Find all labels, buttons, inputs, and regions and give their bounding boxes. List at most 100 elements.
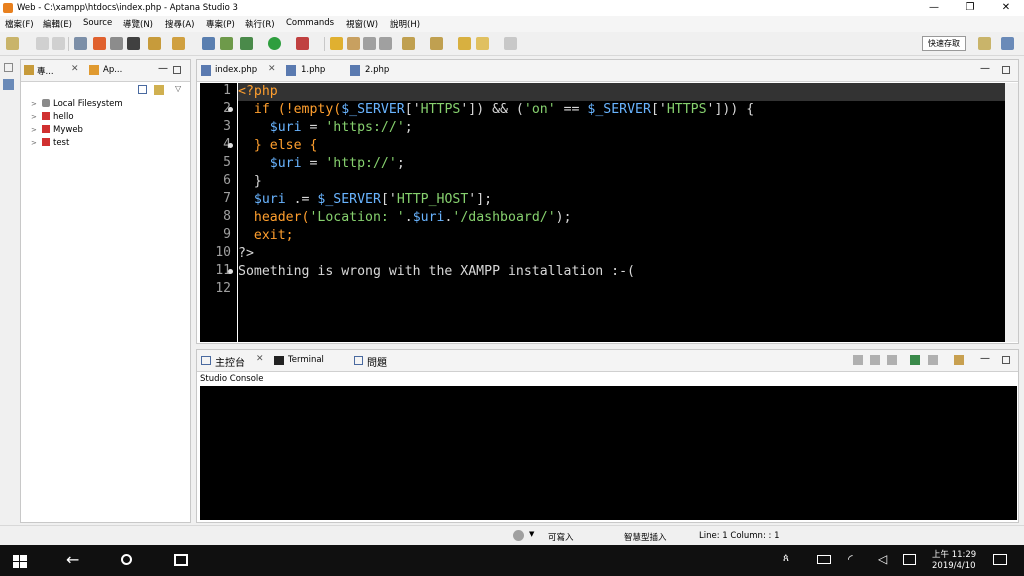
server-icon[interactable] (110, 37, 123, 50)
expand-arrow-icon[interactable]: > (31, 139, 39, 147)
run-icon[interactable] (268, 37, 281, 50)
menu-file[interactable]: 檔案(F) (5, 18, 34, 30)
debug-icon[interactable] (220, 37, 233, 50)
last-edit-icon[interactable] (458, 37, 471, 50)
search-icon[interactable] (121, 554, 132, 565)
external-tools-icon[interactable] (296, 37, 309, 50)
collapse-all-icon[interactable] (138, 85, 147, 94)
gear-icon[interactable] (240, 37, 253, 50)
menu-window[interactable]: 視窗(W) (346, 18, 378, 30)
word-wrap-icon[interactable] (887, 355, 897, 365)
outline-icon[interactable] (3, 79, 14, 90)
back-icon[interactable] (476, 37, 489, 50)
close-icon[interactable]: ✕ (268, 64, 276, 74)
save-all-icon[interactable] (52, 37, 65, 50)
expand-arrow-icon[interactable]: > (31, 100, 39, 108)
refresh-icon[interactable] (202, 37, 215, 50)
code-line[interactable]: } (238, 173, 1005, 191)
menu-edit[interactable]: 編輯(E) (43, 18, 72, 30)
minimize-view-icon[interactable]: — (158, 63, 168, 74)
minimize-view-icon[interactable]: — (980, 353, 990, 364)
back-arrow-icon[interactable]: ← (66, 550, 79, 569)
next-annotation-icon[interactable] (402, 37, 415, 50)
web-perspective-icon[interactable] (1001, 37, 1014, 50)
menu-source[interactable]: Source (83, 18, 112, 28)
code-line[interactable]: ?> (238, 245, 1005, 263)
home-icon[interactable] (93, 37, 106, 50)
tab-1-php[interactable]: 1.php (301, 65, 325, 75)
taskbar-time[interactable]: 上午 11:29 (932, 548, 976, 560)
task-view-icon[interactable] (174, 554, 188, 566)
fold-marker-icon[interactable] (228, 143, 233, 148)
tab-problems[interactable]: 問題 (367, 354, 387, 369)
chevron-down-icon[interactable]: ▼ (529, 530, 534, 538)
code-line[interactable]: <?php (238, 83, 1005, 101)
battery-icon[interactable] (817, 555, 831, 564)
code-area[interactable]: <?php if (!empty($_SERVER['HTTPS']) && (… (238, 83, 1005, 342)
menu-run[interactable]: 執行(R) (245, 18, 275, 30)
restore-icon[interactable] (4, 63, 13, 72)
close-icon[interactable]: ✕ (71, 64, 79, 74)
tree-item-myweb[interactable]: > Myweb (31, 125, 83, 135)
console-output[interactable] (200, 386, 1017, 520)
tab-terminal[interactable]: Terminal (288, 355, 324, 365)
tool-icon[interactable] (74, 37, 87, 50)
keyboard-icon[interactable] (903, 554, 916, 565)
prev-annotation-icon[interactable] (430, 37, 443, 50)
expand-arrow-icon[interactable]: > (31, 113, 39, 121)
tab-2-php[interactable]: 2.php (365, 65, 389, 75)
close-icon[interactable]: ✕ (256, 354, 264, 364)
windows-start-icon[interactable] (13, 555, 27, 568)
code-line[interactable]: header('Location: '.$uri.'/dashboard/'); (238, 209, 1005, 227)
block-icon[interactable] (363, 37, 376, 50)
save-icon[interactable] (36, 37, 49, 50)
menu-search[interactable]: 搜尋(A) (165, 18, 194, 30)
link-editor-icon[interactable] (154, 85, 164, 95)
annotation-icon[interactable] (347, 37, 360, 50)
menu-navigate[interactable]: 導覽(N) (123, 18, 153, 30)
expand-arrow-icon[interactable]: > (31, 126, 39, 134)
view-menu-icon[interactable]: ▽ (175, 84, 181, 93)
minimize-view-icon[interactable]: — (980, 63, 990, 74)
maximize-view-icon[interactable] (1002, 66, 1010, 74)
perspective-icon[interactable] (978, 37, 991, 50)
display-console-icon[interactable] (928, 355, 938, 365)
menu-project[interactable]: 專案(P) (206, 18, 235, 30)
code-line[interactable]: $uri .= $_SERVER['HTTP_HOST']; (238, 191, 1005, 209)
tab-index-php[interactable]: index.php (215, 65, 257, 75)
tree-item-test[interactable]: > test (31, 138, 69, 148)
menu-commands[interactable]: Commands (286, 18, 334, 28)
tab-app-explorer[interactable]: Ap... (103, 65, 122, 75)
code-line[interactable]: $uri = 'http://'; (238, 155, 1005, 173)
settings-icon[interactable] (513, 530, 524, 541)
volume-icon[interactable]: ◁ (878, 552, 887, 566)
code-line[interactable]: exit; (238, 227, 1005, 245)
minimize-button[interactable]: — (918, 0, 950, 16)
maximize-view-icon[interactable] (1002, 356, 1010, 364)
wifi-icon[interactable]: ◜ (848, 552, 853, 566)
tree-item-hello[interactable]: > hello (31, 112, 74, 122)
clear-console-icon[interactable] (853, 355, 863, 365)
notification-icon[interactable] (993, 554, 1007, 565)
tab-console[interactable]: 主控台 (215, 354, 245, 369)
fold-marker-icon[interactable] (228, 269, 233, 274)
maximize-button[interactable]: ❐ (954, 0, 986, 16)
code-line[interactable]: if (!empty($_SERVER['HTTPS']) && ('on' =… (238, 101, 1005, 119)
paragraph-icon[interactable] (379, 37, 392, 50)
quick-access-field[interactable]: 快速存取 (922, 36, 966, 51)
edit-icon[interactable] (330, 37, 343, 50)
taskbar-date[interactable]: 2019/4/10 (932, 561, 976, 571)
code-line[interactable]: } else { (238, 137, 1005, 155)
maximize-view-icon[interactable] (173, 66, 181, 74)
code-line[interactable]: Something is wrong with the XAMPP instal… (238, 263, 1005, 281)
vertical-scrollbar[interactable] (1005, 83, 1018, 342)
tree-item-local-filesystem[interactable]: > Local Filesystem (31, 99, 123, 109)
scroll-lock-icon[interactable] (870, 355, 880, 365)
terminal-icon[interactable] (127, 37, 140, 50)
wand-icon[interactable] (172, 37, 185, 50)
folder-icon[interactable] (148, 37, 161, 50)
forward-icon[interactable] (504, 37, 517, 50)
fold-marker-icon[interactable] (228, 107, 233, 112)
new-icon[interactable] (6, 37, 19, 50)
open-console-icon[interactable] (954, 355, 964, 365)
